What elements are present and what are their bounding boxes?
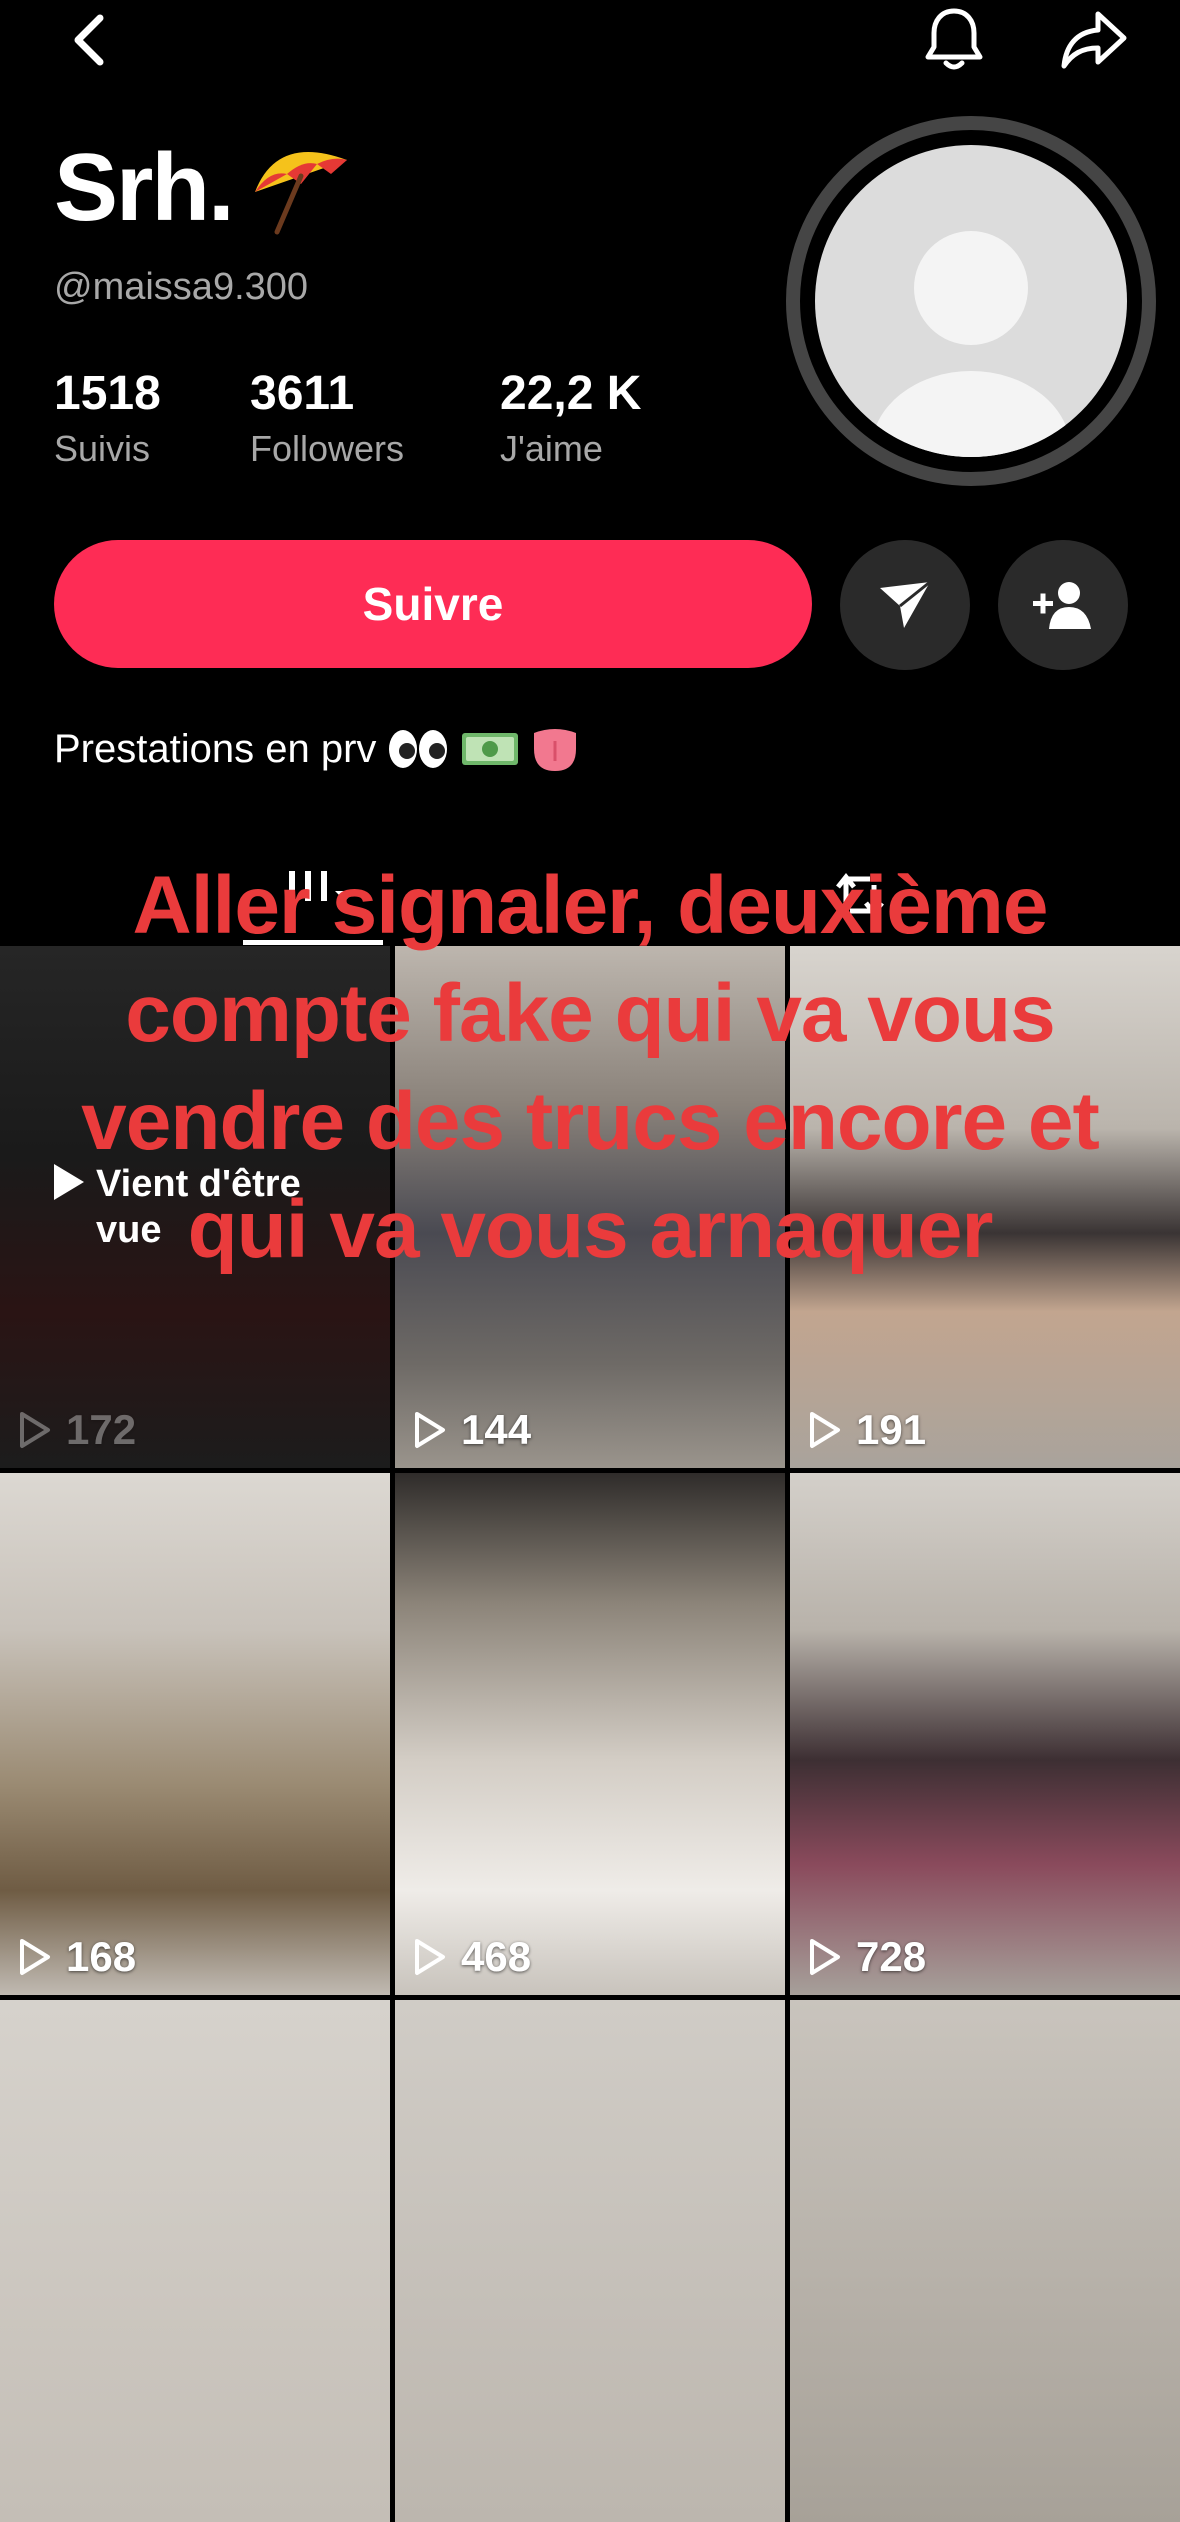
grid-icon bbox=[289, 871, 355, 901]
stat-followers-label: Followers bbox=[250, 428, 405, 469]
video-thumbnail[interactable]: 728 bbox=[790, 1473, 1180, 1995]
view-count-value: 728 bbox=[856, 1933, 927, 1980]
display-name: Srh. bbox=[54, 140, 355, 236]
username-handle: @maissa9.300 bbox=[54, 266, 309, 308]
recently-watched-badge: Vient d'être vue bbox=[52, 1162, 301, 1253]
stat-followers-value: 3611 bbox=[250, 367, 355, 420]
stat-following-label: Suivis bbox=[54, 428, 151, 469]
video-thumbnail[interactable]: 168 bbox=[0, 1473, 390, 1995]
tab-reposts[interactable] bbox=[790, 845, 930, 945]
share-arrow-icon bbox=[1061, 11, 1127, 69]
view-count-value: 468 bbox=[461, 1933, 532, 1980]
back-button[interactable] bbox=[50, 0, 130, 80]
chevron-left-icon bbox=[74, 14, 104, 66]
video-thumbnail[interactable] bbox=[790, 2000, 1180, 2522]
video-thumbnail[interactable]: 144 bbox=[395, 946, 785, 1468]
play-icon bbox=[20, 1412, 50, 1448]
notifications-button[interactable] bbox=[914, 0, 994, 80]
add-friend-button[interactable] bbox=[998, 540, 1128, 670]
display-name-text: Srh. bbox=[54, 134, 235, 241]
stat-likes-value: 22,2 K bbox=[500, 367, 642, 420]
play-filled-icon bbox=[54, 1164, 84, 1200]
video-thumbnail[interactable]: Vient d'être vue 172 bbox=[0, 946, 390, 1468]
view-count-value: 144 bbox=[461, 1406, 532, 1453]
bio: Prestations en prv bbox=[54, 725, 580, 773]
view-count-value: 168 bbox=[66, 1933, 137, 1980]
stat-likes[interactable]: 22,2 K J'aime bbox=[500, 370, 641, 470]
video-thumbnail[interactable]: 468 bbox=[395, 1473, 785, 1995]
stat-following-value: 1518 bbox=[54, 367, 161, 420]
message-button[interactable] bbox=[840, 540, 970, 670]
video-thumbnail[interactable] bbox=[395, 2000, 785, 2522]
play-icon bbox=[415, 1939, 445, 1975]
bio-text: Prestations en prv bbox=[54, 726, 377, 771]
view-count: 191 bbox=[808, 1406, 926, 1454]
view-count: 468 bbox=[413, 1933, 531, 1981]
tongue-emoji bbox=[530, 725, 580, 773]
default-avatar-icon bbox=[815, 145, 1127, 457]
view-count: 144 bbox=[413, 1406, 531, 1454]
stat-followers[interactable]: 3611 Followers bbox=[250, 370, 404, 470]
view-count-value: 191 bbox=[856, 1406, 927, 1453]
eyes-emoji bbox=[386, 727, 450, 771]
view-count: 168 bbox=[18, 1933, 136, 1981]
active-tab-indicator bbox=[243, 940, 383, 945]
avatar[interactable] bbox=[786, 116, 1156, 486]
play-icon bbox=[415, 1412, 445, 1448]
umbrella-emoji bbox=[254, 151, 347, 235]
video-thumbnail[interactable] bbox=[0, 2000, 390, 2522]
send-icon bbox=[880, 580, 931, 628]
add-user-icon bbox=[1033, 582, 1091, 629]
stat-likes-label: J'aime bbox=[500, 428, 603, 469]
stat-following[interactable]: 1518 Suivis bbox=[54, 370, 161, 470]
play-icon bbox=[810, 1939, 840, 1975]
watched-line-2: vue bbox=[96, 1208, 162, 1251]
view-count: 172 bbox=[18, 1406, 136, 1454]
view-count-value: 172 bbox=[66, 1406, 137, 1453]
tab-videos[interactable] bbox=[243, 845, 383, 945]
view-count: 728 bbox=[808, 1933, 926, 1981]
watched-line-1: Vient d'être bbox=[96, 1163, 301, 1205]
follow-button[interactable]: Suivre bbox=[54, 540, 812, 668]
video-thumbnail[interactable]: 191 bbox=[790, 946, 1180, 1468]
share-button[interactable] bbox=[1054, 0, 1134, 80]
play-icon bbox=[810, 1412, 840, 1448]
repost-icon bbox=[836, 872, 884, 918]
bell-icon bbox=[925, 8, 983, 70]
money-emoji bbox=[460, 727, 520, 771]
play-icon bbox=[20, 1939, 50, 1975]
